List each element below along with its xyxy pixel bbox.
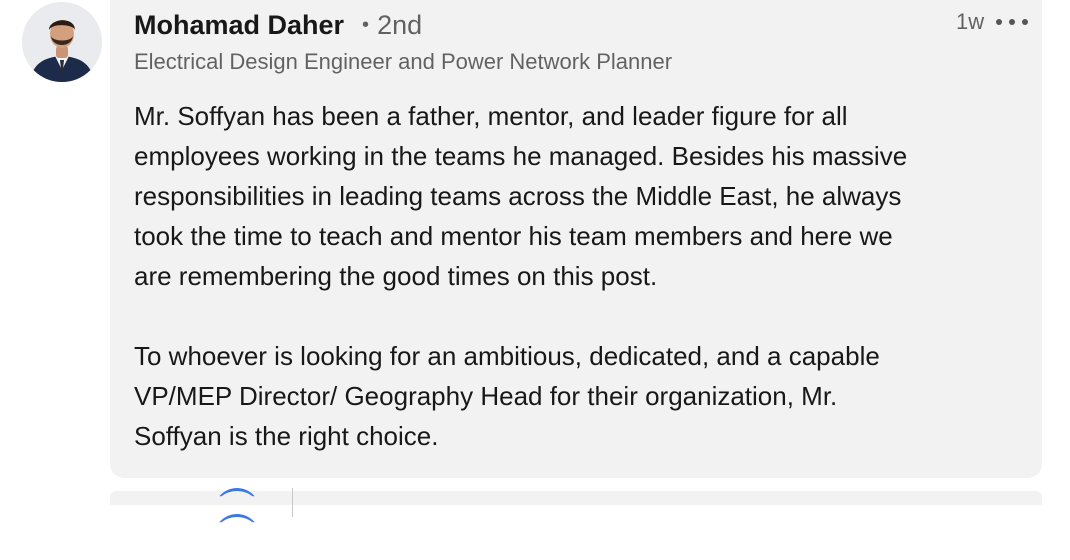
author-meta-row: Mohamad Daher • 2nd [134, 10, 422, 41]
comment-line: To whoever is looking for an ambitious, … [134, 341, 880, 371]
comment-line: responsibilities in leading teams across… [134, 181, 902, 211]
comment-line: are remembering the good times on this p… [134, 261, 658, 291]
comment-line: VP/MEP Director/ Geography Head for thei… [134, 381, 838, 411]
comment-bubble: Mohamad Daher • 2nd Electrical Design En… [110, 0, 1042, 478]
profile-photo [22, 2, 102, 82]
ellipsis-icon [1009, 19, 1015, 25]
ellipsis-icon [996, 19, 1002, 25]
reaction-icon [214, 514, 260, 522]
comment-line: employees working in the teams he manage… [134, 141, 908, 171]
comment-line: Soffyan is the right choice. [134, 421, 439, 451]
comment-line: Mr. Soffyan has been a father, mentor, a… [134, 101, 848, 131]
ellipsis-icon [1022, 19, 1028, 25]
author-avatar[interactable] [22, 2, 102, 82]
more-options-button[interactable] [996, 12, 1028, 32]
comment-timestamp: 1w [956, 9, 985, 34]
comment-line: took the time to teach and mentor his te… [134, 221, 893, 251]
author-headline: Electrical Design Engineer and Power Net… [134, 49, 673, 74]
connection-degree: 2nd [377, 10, 423, 40]
author-name-link[interactable]: Mohamad Daher [134, 10, 344, 41]
comment-body: Mr. Soffyan has been a father, mentor, a… [134, 96, 1014, 456]
reaction-icon [214, 488, 260, 496]
thread-divider [292, 488, 293, 517]
degree-separator: • [362, 14, 370, 36]
